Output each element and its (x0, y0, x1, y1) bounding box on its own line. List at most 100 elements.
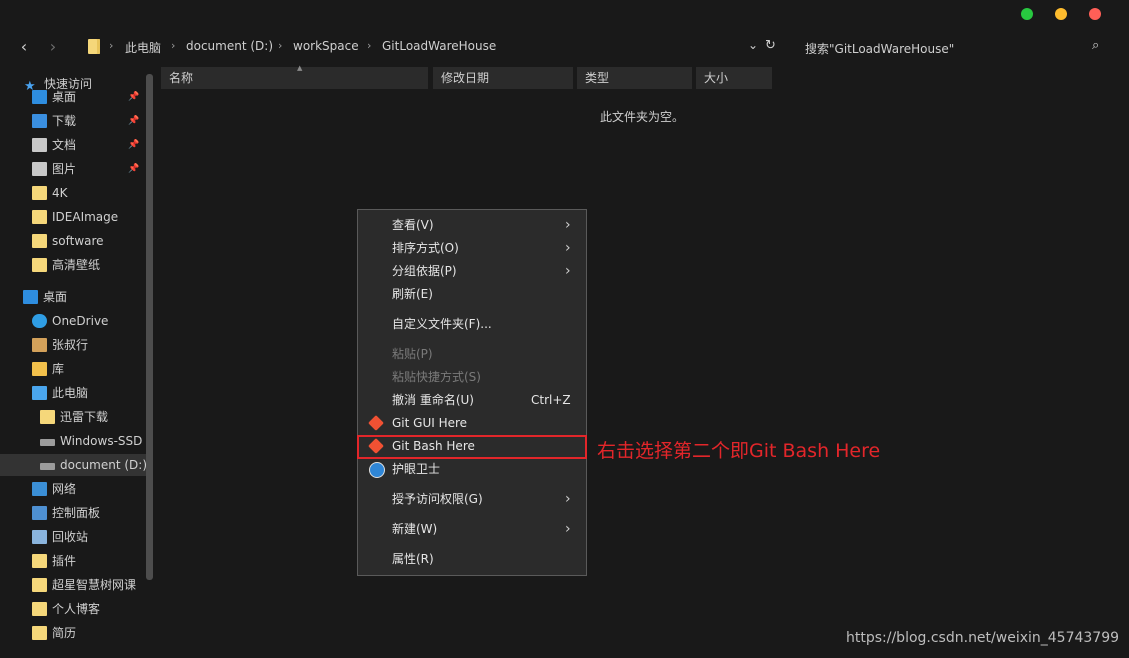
sidebar-scrollbar[interactable] (146, 74, 153, 580)
sidebar-item[interactable]: 插件 (0, 550, 150, 572)
menu-item-label: 粘贴快捷方式(S) (392, 370, 481, 384)
chevron-right-icon: › (565, 491, 571, 507)
chevron-right-icon: › (109, 39, 114, 52)
search-icon[interactable]: ⌕ (1092, 38, 1099, 53)
search-input[interactable]: 搜索"GitLoadWareHouse" (805, 40, 954, 57)
sidebar-item[interactable]: 回收站 (0, 526, 150, 548)
watermark: https://blog.csdn.net/weixin_45743799 (846, 630, 1120, 646)
sidebar-item[interactable]: OneDrive (0, 310, 150, 332)
sidebar-item[interactable]: 网络 (0, 478, 150, 500)
menu-item[interactable]: 撤消 重命名(U) Ctrl+Z (358, 389, 586, 411)
column-name[interactable]: 名称 (161, 67, 428, 89)
menu-item[interactable]: 授予访问权限(G) › (358, 488, 586, 510)
sidebar-item[interactable]: 张叔行 (0, 334, 150, 356)
sidebar-item[interactable]: 此电脑 (0, 382, 150, 404)
desktop-icon (23, 290, 38, 304)
breadcrumb-drive[interactable]: document (D:) (186, 39, 273, 53)
sidebar-item-label: Windows-SSD (60, 434, 143, 448)
sidebar-item-label: 此电脑 (52, 386, 89, 400)
empty-folder-message: 此文件夹为空。 (600, 110, 685, 124)
menu-item[interactable]: 新建(W) › (358, 518, 586, 540)
menu-item[interactable]: Git GUI Here (358, 412, 586, 434)
chevron-right-icon: › (367, 39, 372, 52)
menu-item-label: 授予访问权限(G) (392, 492, 483, 506)
sidebar-item-label: software (52, 234, 104, 248)
recycle-bin-icon (32, 530, 47, 544)
sidebar-item[interactable]: 个人博客 (0, 598, 150, 620)
menu-item-label: 自定义文件夹(F)... (392, 317, 492, 331)
menu-item: 粘贴(P) (358, 343, 586, 365)
sidebar-item[interactable]: 超星智慧树网课 (0, 574, 150, 596)
sidebar-item-label: IDEAImage (52, 210, 119, 224)
refresh-icon[interactable]: ↻ (765, 38, 776, 53)
menu-item[interactable]: 分组依据(P) › (358, 260, 586, 282)
sidebar-item[interactable]: 桌面 📌 (0, 86, 150, 108)
folder-icon (32, 626, 47, 640)
sidebar-item[interactable]: 简历 (0, 622, 150, 644)
column-type[interactable]: 类型 (577, 67, 692, 89)
sidebar-item[interactable]: Windows-SSD (0, 430, 150, 452)
picture-icon (32, 162, 47, 176)
sidebar-item[interactable]: IDEAImage (0, 206, 150, 228)
sidebar-item[interactable]: 下载 📌 (0, 110, 150, 132)
menu-item[interactable]: 刷新(E) (358, 283, 586, 305)
sidebar-item[interactable]: 4K (0, 182, 150, 204)
back-icon[interactable]: ‹ (15, 38, 33, 56)
computer-icon (32, 386, 47, 400)
maximize-button[interactable] (1055, 8, 1067, 20)
breadcrumb-workspace[interactable]: workSpace (293, 39, 359, 53)
sidebar-item[interactable]: 库 (0, 358, 150, 380)
close-button[interactable] (1089, 8, 1101, 20)
document-icon (32, 138, 47, 152)
folder-icon (32, 578, 47, 592)
minimize-button[interactable] (1021, 8, 1033, 20)
forward-icon[interactable]: › (44, 38, 62, 56)
folder-icon (32, 186, 47, 200)
menu-item-label: Git GUI Here (392, 416, 468, 430)
sidebar-item-label: 迅雷下载 (60, 410, 109, 424)
menu-item[interactable]: 排序方式(O) › (358, 237, 586, 259)
menu-item[interactable]: 属性(R) (358, 548, 586, 570)
control-panel-icon (32, 506, 47, 520)
sidebar-item-label: 超星智慧树网课 (52, 578, 137, 592)
sidebar-item[interactable]: 控制面板 (0, 502, 150, 524)
library-icon (32, 362, 47, 376)
user-icon (32, 338, 47, 352)
annotation-text: 右击选择第二个即Git Bash Here (597, 440, 881, 462)
cloud-icon (32, 314, 47, 328)
drive-icon (40, 439, 55, 446)
breadcrumb-this-pc[interactable]: 此电脑 (125, 39, 161, 56)
sidebar-item-label: 高清壁纸 (52, 258, 101, 272)
menu-item[interactable]: 护眼卫士 (358, 458, 586, 480)
breadcrumb-current[interactable]: GitLoadWareHouse (382, 39, 496, 53)
sidebar-item[interactable]: 迅雷下载 (0, 406, 150, 428)
folder-icon (32, 602, 47, 616)
menu-item-label: 粘贴(P) (392, 347, 433, 361)
menu-item-label: 新建(W) (392, 522, 438, 536)
download-icon (32, 114, 47, 128)
sidebar-item[interactable]: document (D:) (0, 454, 150, 476)
sidebar-item[interactable]: software (0, 230, 150, 252)
chevron-down-icon[interactable]: ⌄ (748, 38, 758, 52)
sidebar-item[interactable]: 桌面 (0, 286, 150, 308)
sidebar-item[interactable]: 高清壁纸 (0, 254, 150, 276)
menu-item-label: 排序方式(O) (392, 241, 459, 255)
menu-item-label: 撤消 重命名(U) (392, 393, 474, 407)
menu-item[interactable]: 自定义文件夹(F)... (358, 313, 586, 335)
chevron-right-icon: › (565, 263, 571, 279)
sort-up-icon: ▲ (297, 64, 303, 72)
sidebar-item[interactable]: 图片 📌 (0, 158, 150, 180)
menu-item[interactable]: 查看(V) › (358, 214, 586, 236)
highlight-box (357, 435, 587, 459)
sidebar-item-label: 回收站 (52, 530, 89, 544)
menu-item-label: 护眼卫士 (392, 462, 441, 476)
sidebar-item-label: 个人博客 (52, 602, 101, 616)
chevron-right-icon: › (565, 217, 571, 233)
sidebar-item-label: 桌面 (43, 290, 68, 304)
network-icon (32, 482, 47, 496)
sidebar-item-label: 图片 (52, 162, 77, 176)
folder-icon (88, 39, 100, 54)
column-size[interactable]: 大小 (696, 67, 772, 89)
column-modified[interactable]: 修改日期 (433, 67, 573, 89)
sidebar-item[interactable]: 文档 📌 (0, 134, 150, 156)
